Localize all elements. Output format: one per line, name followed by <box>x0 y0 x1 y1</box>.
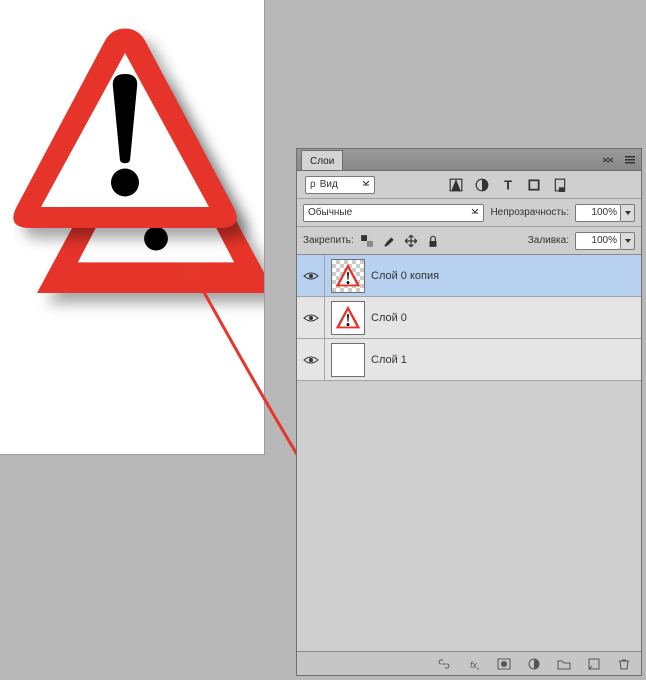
collapse-icon[interactable] <box>601 153 615 167</box>
tab-layers[interactable]: Слои <box>301 150 343 170</box>
fill-label: Заливка: <box>528 235 569 246</box>
layer-row[interactable]: Слой 0 копия <box>297 255 641 297</box>
layer-name: Слой 0 копия <box>371 270 439 282</box>
filter-pixel-icon[interactable] <box>449 178 463 192</box>
opacity-slider-toggle[interactable] <box>621 204 635 222</box>
filter-type-icon[interactable]: T <box>501 178 515 192</box>
filter-shape-icon[interactable] <box>527 178 541 192</box>
blend-mode-value: Обычные <box>308 207 352 218</box>
opacity-label: Непрозрачность: <box>490 207 569 218</box>
link-layers-icon[interactable] <box>437 657 451 671</box>
delete-layer-icon[interactable] <box>617 657 631 671</box>
svg-text:T: T <box>504 178 512 192</box>
filter-type-select[interactable]: ρ Вид <box>305 176 375 194</box>
lock-pixels-icon[interactable] <box>360 234 374 248</box>
new-layer-icon[interactable] <box>587 657 601 671</box>
layer-row[interactable]: Слой 1 <box>297 339 641 381</box>
layer-name: Слой 0 <box>371 312 407 324</box>
lock-row: Закрепить: Заливка: 100% <box>297 227 641 255</box>
svg-text:fx: fx <box>470 660 478 670</box>
panel-footer: fx <box>297 651 641 675</box>
chevron-down-icon <box>362 179 370 190</box>
chevron-down-icon <box>471 207 479 218</box>
lock-brush-icon[interactable] <box>382 234 396 248</box>
eye-icon <box>303 270 319 282</box>
visibility-toggle[interactable] <box>297 255 325 296</box>
layer-effects-icon[interactable]: fx <box>467 657 481 671</box>
fill-value: 100% <box>591 235 617 246</box>
layer-name: Слой 1 <box>371 354 407 366</box>
blend-row: Обычные Непрозрачность: 100% <box>297 199 641 227</box>
layer-row[interactable]: Слой 0 <box>297 297 641 339</box>
layer-thumbnail[interactable] <box>331 301 365 335</box>
document-canvas[interactable] <box>0 0 265 455</box>
lock-label: Закрепить: <box>303 235 354 246</box>
opacity-input[interactable]: 100% <box>575 204 621 222</box>
filter-type-label: Вид <box>320 179 338 190</box>
lock-all-icon[interactable] <box>426 234 440 248</box>
layer-thumbnail[interactable] <box>331 259 365 293</box>
panel-menu-icon[interactable] <box>623 153 637 167</box>
eye-icon <box>303 312 319 324</box>
new-adjustment-icon[interactable] <box>527 657 541 671</box>
panel-header: Слои <box>297 149 641 171</box>
visibility-toggle[interactable] <box>297 339 325 380</box>
fill-input[interactable]: 100% <box>575 232 621 250</box>
eye-icon <box>303 354 319 366</box>
tab-label: Слои <box>310 156 334 167</box>
fill-slider-toggle[interactable] <box>621 232 635 250</box>
warning-sign-front <box>0 0 264 270</box>
visibility-toggle[interactable] <box>297 297 325 338</box>
opacity-value: 100% <box>591 207 617 218</box>
new-group-icon[interactable] <box>557 657 571 671</box>
blend-mode-select[interactable]: Обычные <box>303 204 484 222</box>
add-mask-icon[interactable] <box>497 657 511 671</box>
layers-panel: Слои ρ Вид T Обычные <box>296 148 642 676</box>
filter-row: ρ Вид T <box>297 171 641 199</box>
filter-smart-icon[interactable] <box>553 178 567 192</box>
layer-thumbnail[interactable] <box>331 343 365 377</box>
search-icon: ρ <box>310 179 316 190</box>
filter-adjustment-icon[interactable] <box>475 178 489 192</box>
layer-list: Слой 0 копия Слой 0 Слой 1 <box>297 255 641 651</box>
lock-move-icon[interactable] <box>404 234 418 248</box>
